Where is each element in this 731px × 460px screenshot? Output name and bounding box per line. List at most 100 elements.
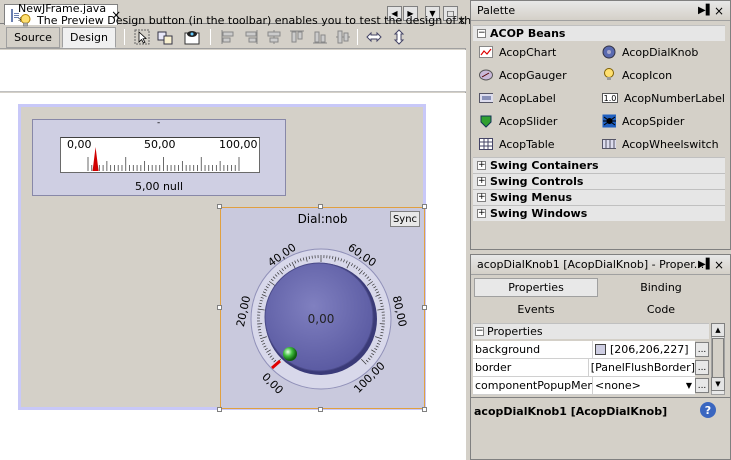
preview-design-icon[interactable] <box>184 29 200 45</box>
table-icon <box>479 138 493 150</box>
tab-code[interactable]: Code <box>599 300 723 319</box>
tab-properties[interactable]: Properties <box>474 278 598 297</box>
resize-handle[interactable] <box>422 204 427 209</box>
design-toolbar: Source Design <box>0 25 466 49</box>
scroll-down-icon[interactable]: ▼ <box>711 377 725 391</box>
property-key: border <box>473 359 589 376</box>
connection-mode-icon[interactable] <box>157 29 173 45</box>
scroll-up-icon[interactable]: ▲ <box>711 323 725 337</box>
ellipsis-button[interactable]: ... <box>695 342 709 357</box>
palette-empty-area <box>473 222 727 247</box>
gauger-tick-label: 50,00 <box>144 138 176 151</box>
hint-text: The Preview Design button (in the toolba… <box>37 14 511 27</box>
palette-title: Palette <box>477 4 516 17</box>
dropdown-arrow-icon[interactable]: ▼ <box>686 377 695 394</box>
palette-item-label: AcopWheelswitch <box>622 137 719 151</box>
color-swatch <box>595 344 606 355</box>
align-right-icon[interactable] <box>243 29 259 45</box>
category-label: ACOP Beans <box>490 27 566 40</box>
close-palette-icon[interactable]: × <box>714 4 724 18</box>
selection-mode-icon[interactable] <box>134 29 150 45</box>
resize-handle[interactable] <box>217 407 222 412</box>
ellipsis-button[interactable]: ... <box>695 360 709 375</box>
property-value[interactable]: [PanelFlushBorder] <box>588 359 695 376</box>
property-value-text: [PanelFlushBorder] <box>590 361 695 374</box>
palette-item-acopspider[interactable]: AcopSpider <box>602 112 684 130</box>
minimize-window-icon[interactable]: ▶▌ <box>698 259 713 270</box>
property-row-background[interactable]: background [206,206,227] <box>473 341 695 359</box>
number-label-icon: 1.0 <box>602 93 618 103</box>
dial-knob-graphic[interactable]: 0,00 0,00 20,00 40,00 60,00 80,00 100,00 <box>222 228 422 408</box>
scrollbar-thumb[interactable] <box>712 338 724 378</box>
gauger-tick-label: 0,00 <box>67 138 92 151</box>
resize-handle[interactable] <box>318 204 323 209</box>
expand-icon[interactable]: + <box>477 193 486 202</box>
ide-window: NewJFrame.java * × ◀ ▶ ▼ □ Source Design <box>0 0 731 460</box>
category-label: Swing Containers <box>490 159 599 172</box>
collapse-icon[interactable]: − <box>477 29 486 38</box>
bulb-icon <box>20 14 31 27</box>
category-swing-menus[interactable]: + Swing Menus <box>473 189 725 205</box>
align-bottom-icon[interactable] <box>312 29 328 45</box>
gauger-tick-mark: - <box>157 118 161 128</box>
palette-item-acopwheelswitch[interactable]: AcopWheelswitch <box>602 135 719 153</box>
center-horizontally-icon[interactable] <box>266 29 282 45</box>
category-swing-controls[interactable]: + Swing Controls <box>473 173 725 189</box>
center-vertically-icon[interactable] <box>335 29 351 45</box>
palette-item-acoptable[interactable]: AcopTable <box>479 135 555 153</box>
property-row-border[interactable]: border [PanelFlushBorder] <box>473 359 695 377</box>
expand-icon[interactable]: + <box>477 209 486 218</box>
resize-handle[interactable] <box>217 305 222 310</box>
tab-binding[interactable]: Binding <box>599 278 723 297</box>
palette-item-acopicon[interactable]: AcopIcon <box>602 66 672 84</box>
palette-item-label: AcopSpider <box>622 114 685 128</box>
resize-handle[interactable] <box>422 305 427 310</box>
tab-source[interactable]: Source <box>6 27 60 48</box>
bulb-icon <box>602 68 616 81</box>
palette-item-label: AcopTable <box>499 137 555 151</box>
resize-handle[interactable] <box>217 204 222 209</box>
resize-handle[interactable] <box>318 407 323 412</box>
palette-item-label: AcopLabel <box>499 91 556 105</box>
palette-item-acopnumberlabel[interactable]: 1.0 AcopNumberLabel <box>602 89 725 107</box>
palette-item-acoplabel[interactable]: AcopLabel <box>479 89 556 107</box>
form-editor: NewJFrame.java * × ◀ ▶ ▼ □ Source Design <box>0 0 510 460</box>
category-swing-containers[interactable]: + Swing Containers <box>473 157 725 173</box>
ellipsis-button[interactable]: ... <box>695 378 709 393</box>
property-key: componentPopupMenu <box>473 377 593 394</box>
hint-bar <box>0 50 466 92</box>
help-icon[interactable]: ? <box>700 402 716 418</box>
close-properties-icon[interactable]: × <box>714 258 724 272</box>
expand-icon[interactable]: + <box>477 161 486 170</box>
align-left-icon[interactable] <box>220 29 236 45</box>
hint-close-icon[interactable]: × <box>457 14 466 27</box>
palette-item-acopslider[interactable]: AcopSlider <box>479 112 557 130</box>
label-icon <box>479 92 493 104</box>
chart-icon <box>479 46 493 58</box>
property-row-componentpopupmenu[interactable]: componentPopupMenu <none> ▼ <box>473 377 695 395</box>
property-value[interactable]: [206,206,227] <box>593 341 695 358</box>
category-label: Swing Windows <box>490 207 588 220</box>
expand-icon[interactable]: + <box>477 177 486 186</box>
property-value-text: [206,206,227] <box>610 343 689 356</box>
slider-icon <box>479 115 493 128</box>
resize-handle[interactable] <box>422 407 427 412</box>
align-top-icon[interactable] <box>289 29 305 45</box>
selected-component-label: acopDialKnob1 [AcopDialKnob] <box>474 405 668 418</box>
palette-item-acopchart[interactable]: AcopChart <box>479 43 556 61</box>
minimize-window-icon[interactable]: ▶▌ <box>698 5 713 16</box>
palette-item-label: AcopGauger <box>499 68 567 82</box>
category-swing-windows[interactable]: + Swing Windows <box>473 205 725 221</box>
category-acop-beans[interactable]: − ACOP Beans <box>473 25 725 41</box>
palette-item-acopgauger[interactable]: AcopGauger <box>479 66 567 84</box>
tab-events[interactable]: Events <box>474 300 598 319</box>
properties-section[interactable]: − Properties <box>473 323 709 339</box>
property-value[interactable]: <none> ▼ <box>593 377 695 394</box>
collapse-icon[interactable]: − <box>475 327 484 336</box>
sync-button[interactable]: Sync <box>390 211 420 227</box>
change-horizontal-resizability-icon[interactable] <box>366 29 382 45</box>
palette-item-acopdialknob[interactable]: AcopDialKnob <box>602 43 698 61</box>
toolbar-separator <box>357 29 358 45</box>
tab-design[interactable]: Design <box>62 27 116 48</box>
change-vertical-resizability-icon[interactable] <box>391 29 407 45</box>
